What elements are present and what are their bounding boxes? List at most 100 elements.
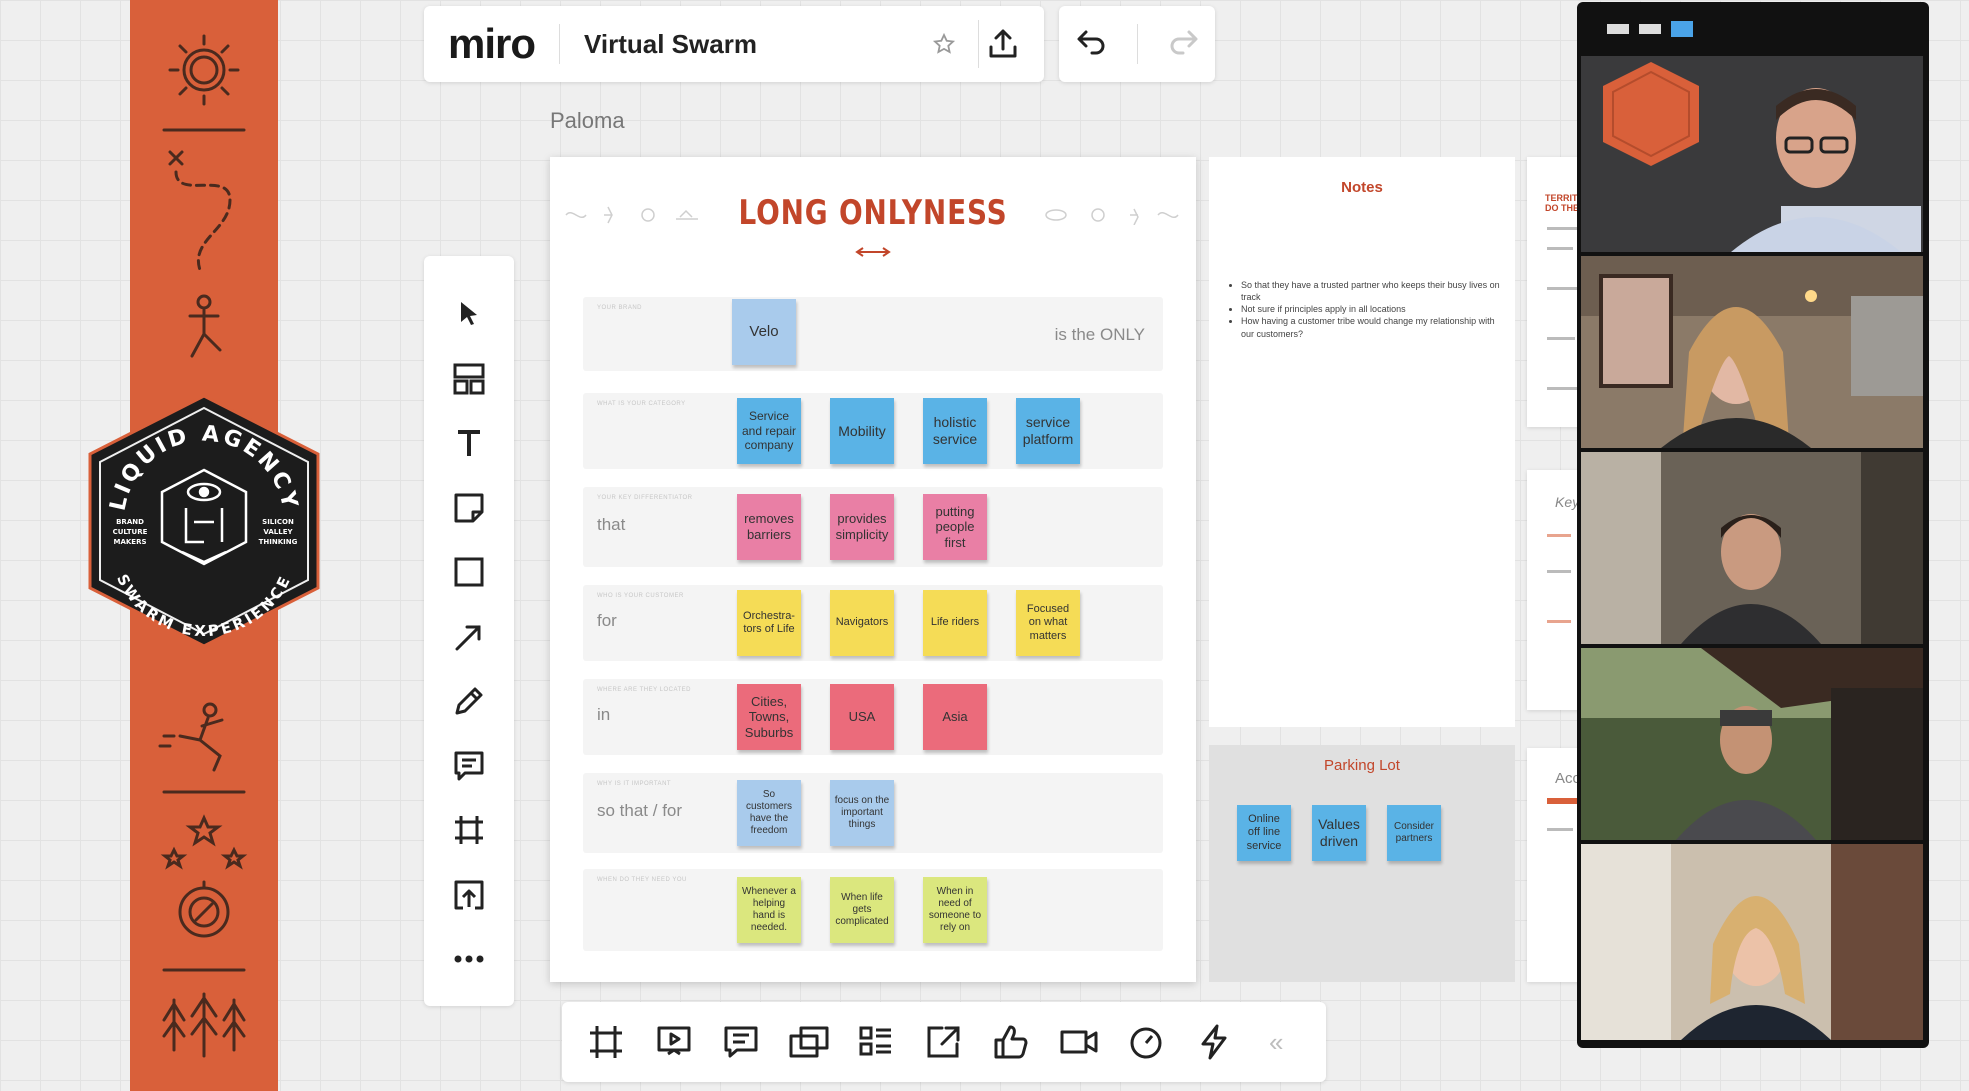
long-onlyness-frame[interactable]: LONG ONLYNESS Your brand is the ONLY Vel… xyxy=(550,157,1196,982)
undo-icon xyxy=(1077,30,1104,54)
sticky-note[interactable]: Service and repair company xyxy=(737,398,801,464)
frames-button[interactable] xyxy=(584,1020,628,1064)
card-button[interactable] xyxy=(854,1020,898,1064)
runner-icon xyxy=(158,702,224,772)
frame-icon xyxy=(455,816,483,844)
notes-frame[interactable]: Notes So that they have a trusted partne… xyxy=(1209,157,1515,727)
export-button[interactable] xyxy=(922,1020,966,1064)
video-call-panel xyxy=(1577,2,1929,1048)
statement-row-category: What is your category Service and repair… xyxy=(583,393,1163,469)
note-item: So that they have a trusted partner who … xyxy=(1241,279,1501,303)
sticky-note[interactable]: USA xyxy=(830,684,894,750)
sticky-note[interactable]: So customers have the freedom xyxy=(737,780,801,846)
more-tools-button[interactable] xyxy=(441,931,497,987)
row-label: so that / for xyxy=(597,801,683,820)
undo-button[interactable] xyxy=(1074,27,1108,62)
upload-icon xyxy=(454,880,484,909)
statement-row-so-that: Why is it important so that / for So cus… xyxy=(583,773,1163,853)
connection-line-icon xyxy=(455,625,481,650)
participant-video-tile[interactable] xyxy=(1581,56,1923,252)
header-divider xyxy=(559,24,561,64)
screen-share-button[interactable] xyxy=(787,1020,831,1064)
badge-right-3: THINKING xyxy=(259,538,298,546)
board-heading: LONG ONLYNESS xyxy=(738,193,1008,233)
sticky-note[interactable]: putting people first xyxy=(923,494,987,560)
parking-lot-frame[interactable]: Parking Lot Online off line service Valu… xyxy=(1209,745,1515,982)
sticky-note[interactable]: removes barriers xyxy=(737,494,801,560)
statement-row-that: Your key differentiator that removes bar… xyxy=(583,487,1163,567)
redo-icon xyxy=(1170,30,1197,54)
strip-view-icon[interactable] xyxy=(1639,24,1661,34)
sticky-note[interactable]: Online off line service xyxy=(1237,805,1291,861)
video-call-button[interactable] xyxy=(1057,1020,1101,1064)
comments-button[interactable] xyxy=(719,1020,763,1064)
sticky-note[interactable]: Asia xyxy=(923,684,987,750)
templates-tool[interactable] xyxy=(441,351,497,407)
vote-icon xyxy=(994,1025,1028,1059)
sticky-note[interactable]: Life riders xyxy=(923,590,987,656)
share-button[interactable] xyxy=(978,20,1026,68)
parking-lot-title: Parking Lot xyxy=(1324,757,1400,774)
sticky-note[interactable]: Mobility xyxy=(830,398,894,464)
timer-button[interactable] xyxy=(1124,1020,1168,1064)
sticky-note[interactable]: Focused on what matters xyxy=(1016,590,1080,656)
redo-button[interactable] xyxy=(1167,27,1201,62)
miro-logo[interactable]: miro xyxy=(448,20,536,68)
sticky-note[interactable]: Orchestra-tors of Life xyxy=(737,590,801,656)
notes-list: So that they have a trusted partner who … xyxy=(1241,279,1501,340)
comment-tool[interactable] xyxy=(441,738,497,794)
frame-tool[interactable] xyxy=(441,802,497,858)
lightning-icon xyxy=(1201,1024,1226,1060)
collapse-toolbar-button[interactable]: « xyxy=(1269,1027,1283,1058)
sticky-note-icon xyxy=(454,493,484,522)
sticky-note[interactable]: focus on the important things xyxy=(830,780,894,846)
sticky-note[interactable]: Velo xyxy=(732,299,796,365)
row-tail-text: is the ONLY xyxy=(1054,325,1145,344)
sticky-note[interactable]: When life gets complicated xyxy=(830,877,894,943)
row-label: that xyxy=(597,515,626,534)
sticky-note-tool[interactable] xyxy=(441,480,497,536)
participant-video-tile[interactable] xyxy=(1581,256,1923,448)
participant-video-tile[interactable] xyxy=(1581,452,1923,644)
pen-tool[interactable] xyxy=(441,673,497,729)
sticky-note[interactable]: service platform xyxy=(1016,398,1080,464)
screen-share-icon xyxy=(789,1026,828,1058)
liquid-agency-badge: LIQUID AGENCY SWARM EXPERIENCE BRAND CUL… xyxy=(70,392,338,650)
trees-icon xyxy=(162,992,246,1058)
sticky-note[interactable]: Cities, Towns, Suburbs xyxy=(737,684,801,750)
card-icon xyxy=(859,1026,891,1056)
stars-icon xyxy=(160,814,248,870)
sticky-note[interactable]: Whenever a helping hand is needed. xyxy=(737,877,801,943)
brand-banner: LIQUID AGENCY SWARM EXPERIENCE BRAND CUL… xyxy=(88,0,320,1091)
select-icon xyxy=(461,302,477,325)
select-tool[interactable] xyxy=(441,286,497,342)
board-title[interactable]: Virtual Swarm xyxy=(584,29,920,60)
sticky-note[interactable]: Consider partners xyxy=(1387,805,1441,861)
row-label: for xyxy=(597,611,617,630)
presentation-button[interactable] xyxy=(652,1020,696,1064)
participant-video-tile[interactable] xyxy=(1581,844,1923,1040)
shape-tool[interactable] xyxy=(441,544,497,600)
speaker-view-icon[interactable] xyxy=(1607,24,1629,34)
templates-icon xyxy=(453,363,485,394)
badge-left-3: MAKERS xyxy=(113,538,146,546)
lightning-button[interactable] xyxy=(1192,1020,1236,1064)
connection-line-tool[interactable] xyxy=(441,609,497,665)
sticky-note[interactable]: When in need of someone to rely on xyxy=(923,877,987,943)
vote-button[interactable] xyxy=(989,1020,1033,1064)
star-button[interactable] xyxy=(920,20,968,68)
statement-row-brand: Your brand is the ONLY Velo xyxy=(583,297,1163,371)
sticky-note[interactable]: provides simplicity xyxy=(830,494,894,560)
text-tool[interactable] xyxy=(441,415,497,471)
gallery-view-icon[interactable] xyxy=(1671,21,1693,37)
notes-title: Notes xyxy=(1341,179,1383,196)
climber-icon xyxy=(188,294,222,358)
upload-tool[interactable] xyxy=(441,867,497,923)
sticky-note[interactable]: holistic service xyxy=(923,398,987,464)
video-view-switcher xyxy=(1577,2,1929,56)
sticky-note[interactable]: Navigators xyxy=(830,590,894,656)
participant-video-tile[interactable] xyxy=(1581,648,1923,840)
note-item: Not sure if principles apply in all loca… xyxy=(1241,303,1501,315)
compass-icon xyxy=(178,880,230,938)
sticky-note[interactable]: Values driven xyxy=(1312,805,1366,861)
